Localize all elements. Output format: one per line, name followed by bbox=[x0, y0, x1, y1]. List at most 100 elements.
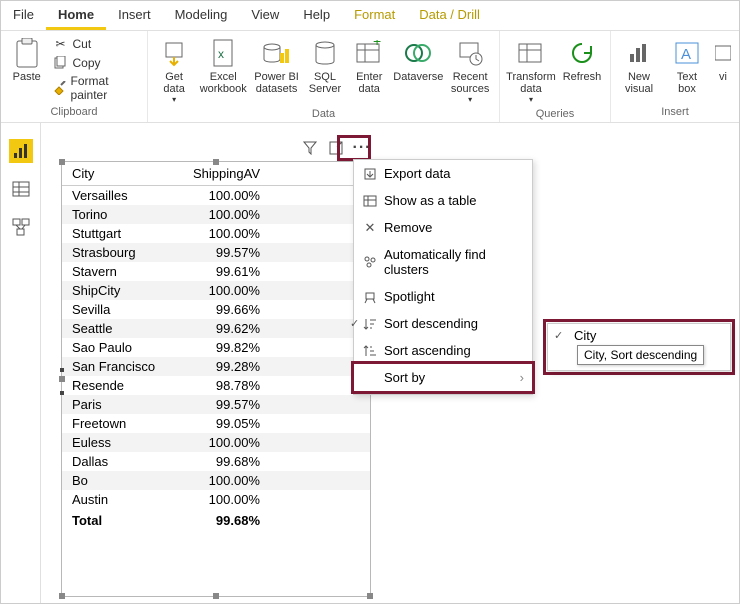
report-canvas[interactable]: ··· City ShippingAV Versailles100.00%Tor… bbox=[41, 123, 739, 603]
recent-icon bbox=[454, 37, 486, 69]
format-painter-button[interactable]: Format painter bbox=[50, 73, 141, 103]
table-row[interactable]: Sevilla99.66% bbox=[62, 300, 370, 319]
filter-icon[interactable] bbox=[301, 139, 319, 157]
remove-icon: ✕ bbox=[362, 220, 378, 236]
group-label-data: Data bbox=[154, 106, 493, 120]
export-icon bbox=[362, 166, 378, 182]
tab-home[interactable]: Home bbox=[46, 1, 106, 30]
cell-value: 100.00% bbox=[175, 490, 270, 509]
paste-button[interactable]: Paste bbox=[7, 35, 46, 85]
table-row[interactable]: Versailles100.00% bbox=[62, 186, 370, 206]
tab-data-drill[interactable]: Data / Drill bbox=[407, 1, 492, 30]
table-row[interactable]: Torino100.00% bbox=[62, 205, 370, 224]
enter-data-button[interactable]: +Enter data bbox=[349, 35, 389, 97]
sql-server-button[interactable]: SQL Server bbox=[305, 35, 345, 97]
cell-value: 98.78% bbox=[175, 376, 270, 395]
excel-icon: x bbox=[207, 37, 239, 69]
cell-city: Euless bbox=[62, 433, 175, 452]
resize-handle[interactable] bbox=[59, 376, 65, 382]
powerbi-datasets-button[interactable]: Power BI datasets bbox=[252, 35, 301, 97]
cell-city: Seattle bbox=[62, 319, 175, 338]
refresh-button[interactable]: Refresh bbox=[560, 35, 604, 85]
new-visual-button[interactable]: New visual bbox=[617, 35, 661, 97]
menu-sort-ascending[interactable]: Sort ascending bbox=[354, 337, 532, 364]
table-row[interactable]: Austin100.00% bbox=[62, 490, 370, 509]
group-label-queries: Queries bbox=[506, 106, 604, 120]
table-row[interactable]: Seattle99.62% bbox=[62, 319, 370, 338]
dataverse-button[interactable]: Dataverse bbox=[393, 35, 443, 85]
cell-value: 99.82% bbox=[175, 338, 270, 357]
cell-value: 99.66% bbox=[175, 300, 270, 319]
clipboard-icon bbox=[11, 37, 43, 69]
tab-view[interactable]: View bbox=[239, 1, 291, 30]
transform-data-button[interactable]: Transform data▾ bbox=[506, 35, 556, 106]
menu-export-data[interactable]: Export data bbox=[354, 160, 532, 187]
tab-insert[interactable]: Insert bbox=[106, 1, 163, 30]
cell-city: Torino bbox=[62, 205, 175, 224]
chart-icon bbox=[623, 37, 655, 69]
cell-value: 99.57% bbox=[175, 243, 270, 262]
tab-help[interactable]: Help bbox=[291, 1, 342, 30]
menu-remove[interactable]: ✕Remove bbox=[354, 214, 532, 241]
excel-workbook-button[interactable]: xExcel workbook bbox=[198, 35, 248, 97]
resize-handle[interactable] bbox=[59, 159, 65, 165]
focus-mode-icon[interactable] bbox=[327, 139, 345, 157]
menu-sort-by[interactable]: Sort by› bbox=[351, 361, 535, 394]
table-row[interactable]: Paris99.57% bbox=[62, 395, 370, 414]
menu-sort-descending[interactable]: ✓Sort descending bbox=[354, 310, 532, 337]
cell-city: ShipCity bbox=[62, 281, 175, 300]
cell-value: 100.00% bbox=[175, 281, 270, 300]
cell-city: Versailles bbox=[62, 186, 175, 206]
copy-icon bbox=[52, 55, 68, 71]
submenu-city[interactable]: ✓City bbox=[548, 324, 730, 347]
more-options-icon[interactable]: ··· bbox=[353, 139, 371, 157]
col-header-city[interactable]: City bbox=[62, 162, 175, 186]
cell-value: 99.68% bbox=[175, 452, 270, 471]
table-row[interactable]: Sao Paulo99.82% bbox=[62, 338, 370, 357]
table-row[interactable]: Dallas99.68% bbox=[62, 452, 370, 471]
model-view-button[interactable] bbox=[9, 215, 33, 239]
tooltip: City, Sort descending bbox=[577, 345, 704, 365]
cell-city: Sevilla bbox=[62, 300, 175, 319]
table-row[interactable]: Resende98.78% bbox=[62, 376, 370, 395]
resize-handle[interactable] bbox=[213, 593, 219, 599]
menu-spotlight[interactable]: Spotlight bbox=[354, 283, 532, 310]
recent-sources-button[interactable]: Recent sources▾ bbox=[447, 35, 493, 106]
table-visual[interactable]: City ShippingAV Versailles100.00%Torino1… bbox=[61, 161, 371, 597]
cell-value: 99.62% bbox=[175, 319, 270, 338]
tab-modeling[interactable]: Modeling bbox=[163, 1, 240, 30]
tab-format[interactable]: Format bbox=[342, 1, 407, 30]
report-view-button[interactable] bbox=[9, 139, 33, 163]
cell-city: Resende bbox=[62, 376, 175, 395]
table-row[interactable]: Freetown99.05% bbox=[62, 414, 370, 433]
table-row[interactable]: Euless100.00% bbox=[62, 433, 370, 452]
more-visuals-button[interactable]: vi bbox=[713, 35, 733, 85]
spotlight-icon bbox=[362, 289, 378, 305]
col-header-value[interactable]: ShippingAV bbox=[175, 162, 270, 186]
cell-value: 99.61% bbox=[175, 262, 270, 281]
table-icon bbox=[362, 193, 378, 209]
total-value: 99.68% bbox=[175, 509, 270, 532]
resize-handle[interactable] bbox=[367, 593, 373, 599]
table-row[interactable]: Bo100.00% bbox=[62, 471, 370, 490]
table-row[interactable]: ShipCity100.00% bbox=[62, 281, 370, 300]
data-view-button[interactable] bbox=[9, 177, 33, 201]
cell-city: Stavern bbox=[62, 262, 175, 281]
copy-button[interactable]: Copy bbox=[50, 54, 141, 72]
text-box-button[interactable]: AText box bbox=[665, 35, 709, 97]
get-data-button[interactable]: Get data▾ bbox=[154, 35, 194, 106]
refresh-icon bbox=[566, 37, 598, 69]
tab-file[interactable]: File bbox=[1, 1, 46, 30]
sql-icon bbox=[309, 37, 341, 69]
menu-show-table[interactable]: Show as a table bbox=[354, 187, 532, 214]
svg-text:x: x bbox=[218, 47, 224, 61]
table-row[interactable]: Stuttgart100.00% bbox=[62, 224, 370, 243]
resize-handle[interactable] bbox=[59, 593, 65, 599]
table-row[interactable]: Strasbourg99.57% bbox=[62, 243, 370, 262]
table-row[interactable]: Stavern99.61% bbox=[62, 262, 370, 281]
resize-handle[interactable] bbox=[213, 159, 219, 165]
check-icon: ✓ bbox=[554, 329, 563, 342]
cut-button[interactable]: ✂Cut bbox=[50, 35, 141, 53]
table-row[interactable]: San Francisco99.28% bbox=[62, 357, 370, 376]
menu-find-clusters[interactable]: Automatically find clusters bbox=[354, 241, 532, 283]
